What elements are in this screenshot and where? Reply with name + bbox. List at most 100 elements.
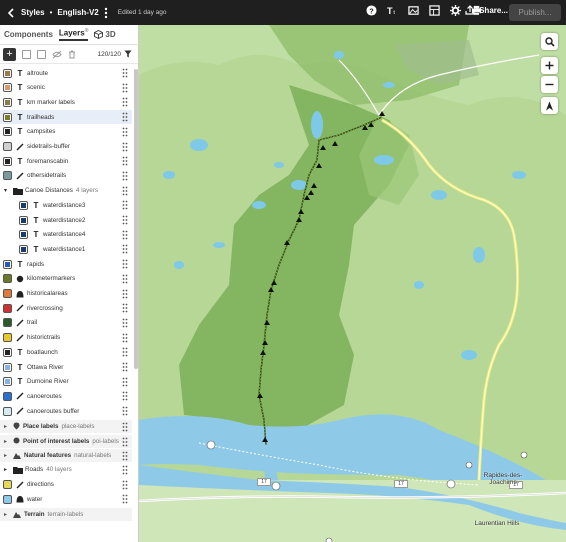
- layer-row-kilometermarkers[interactable]: kilometermarkers: [0, 272, 132, 286]
- drag-handle-icon[interactable]: [122, 244, 128, 254]
- layer-row-waterdistance4[interactable]: Twaterdistance4: [0, 228, 132, 242]
- layer-color-swatch[interactable]: [3, 68, 12, 78]
- zoom-in-button[interactable]: [541, 57, 558, 74]
- tab-layers[interactable]: Layers®: [58, 28, 89, 42]
- layer-row-km-marker-labels[interactable]: Tkm marker labels: [0, 95, 132, 109]
- drag-handle-icon[interactable]: [122, 83, 128, 93]
- layer-row-rapids[interactable]: Trapids: [0, 257, 132, 271]
- images-icon[interactable]: [408, 5, 419, 16]
- tab-3d[interactable]: 3D: [94, 30, 116, 39]
- layer-color-swatch[interactable]: [3, 303, 12, 313]
- drag-handle-icon[interactable]: [122, 289, 128, 299]
- layer-color-swatch[interactable]: [3, 127, 12, 137]
- layer-color-swatch[interactable]: [19, 230, 28, 240]
- map-search-button[interactable]: [541, 33, 558, 50]
- hide-layer-icon[interactable]: [52, 50, 62, 59]
- layer-color-swatch[interactable]: [3, 83, 12, 93]
- drag-handle-icon[interactable]: [122, 480, 128, 490]
- layer-color-swatch[interactable]: [3, 289, 12, 298]
- drag-handle-icon[interactable]: [122, 318, 128, 328]
- layer-row-altroute[interactable]: Taltroute: [0, 66, 132, 80]
- layer-group-place-labels[interactable]: ▸ Place labels place-labels: [0, 418, 132, 433]
- caret-right-icon[interactable]: ▸: [4, 511, 10, 518]
- drag-handle-icon[interactable]: [122, 127, 128, 137]
- layer-row-trail[interactable]: trail: [0, 316, 132, 330]
- layer-row-waterdistance2[interactable]: Twaterdistance2: [0, 213, 132, 227]
- layer-row-othersidetrails[interactable]: othersidetrails: [0, 169, 132, 183]
- duplicate-layer-icon[interactable]: [22, 49, 31, 59]
- drag-handle-icon[interactable]: [122, 465, 128, 475]
- layer-color-swatch[interactable]: [3, 347, 12, 357]
- drag-handle-icon[interactable]: [122, 186, 128, 196]
- layer-row-scenic[interactable]: Tscenic: [0, 81, 132, 95]
- layer-count[interactable]: 120/120: [98, 50, 139, 58]
- layer-color-swatch[interactable]: [3, 274, 12, 284]
- layer-color-swatch[interactable]: [19, 244, 28, 254]
- drag-handle-icon[interactable]: [122, 171, 128, 181]
- settings-gear-icon[interactable]: [450, 5, 461, 16]
- layer-row-ottawa-river[interactable]: T Ottawa River: [0, 360, 132, 374]
- layer-color-swatch[interactable]: [19, 215, 28, 225]
- drag-handle-icon[interactable]: [122, 97, 128, 107]
- layer-color-swatch[interactable]: [3, 142, 12, 151]
- layer-color-swatch[interactable]: [3, 156, 12, 166]
- tab-components[interactable]: Components: [4, 30, 53, 39]
- layer-row-historicalareas[interactable]: historicalareas: [0, 287, 132, 301]
- layer-color-swatch[interactable]: [3, 406, 12, 416]
- map-canvas[interactable]: 17 17 17 Rapides-des-Joachims Laurentian…: [139, 25, 566, 542]
- back-arrow-icon[interactable]: [5, 7, 17, 19]
- drag-handle-icon[interactable]: [122, 422, 128, 432]
- app-title[interactable]: Styles: [21, 8, 45, 17]
- layer-color-swatch[interactable]: [3, 259, 12, 269]
- layer-color-swatch[interactable]: [3, 112, 12, 122]
- help-icon[interactable]: ?: [366, 5, 377, 16]
- layer-color-swatch[interactable]: [3, 333, 12, 343]
- publish-button[interactable]: Publish...: [509, 4, 561, 21]
- caret-right-icon[interactable]: ▸: [4, 438, 10, 445]
- layer-row-waterdistance1[interactable]: Twaterdistance1: [0, 242, 132, 256]
- drag-handle-icon[interactable]: [122, 437, 128, 447]
- layer-row-canoeroutes-buffer[interactable]: canoeroutes buffer: [0, 404, 132, 418]
- layer-color-swatch[interactable]: [19, 200, 28, 210]
- layer-group-natural-labels[interactable]: ▸ Natural features natural-labels: [0, 448, 132, 463]
- drag-handle-icon[interactable]: [122, 274, 128, 284]
- drag-handle-icon[interactable]: [122, 230, 128, 240]
- layer-row-water[interactable]: water: [0, 492, 132, 506]
- caret-down-icon[interactable]: ▸: [4, 466, 10, 473]
- drag-handle-icon[interactable]: [122, 391, 128, 401]
- drag-handle-icon[interactable]: [122, 333, 128, 343]
- layer-row-historictrails[interactable]: historictrails: [0, 331, 132, 345]
- layer-color-swatch[interactable]: [3, 391, 12, 401]
- drag-handle-icon[interactable]: [122, 303, 128, 313]
- layer-color-swatch[interactable]: [3, 480, 12, 490]
- layer-row-canoeroutes[interactable]: canoeroutes: [0, 389, 132, 403]
- layer-row-rivercrossing[interactable]: rivercrossing: [0, 301, 132, 315]
- drag-handle-icon[interactable]: [122, 451, 128, 461]
- layer-folder-canoe-distances[interactable]: ▾ Canoe Distances 4 layers: [0, 184, 132, 198]
- caret-right-icon[interactable]: ▸: [4, 452, 10, 459]
- drag-handle-icon[interactable]: [122, 215, 128, 225]
- layer-row-foremanscabin[interactable]: Tforemanscabin: [0, 154, 132, 168]
- drag-handle-icon[interactable]: [122, 377, 128, 387]
- layer-row-trailheads[interactable]: Ttrailheads: [0, 110, 132, 125]
- add-layer-button[interactable]: +: [3, 47, 16, 61]
- zoom-out-button[interactable]: [541, 76, 558, 93]
- layer-row-campsites[interactable]: Tcampsites: [0, 125, 132, 139]
- layer-folder-roads[interactable]: ▸ Roads 40 layers: [0, 463, 132, 477]
- style-name[interactable]: English-V2: [57, 8, 98, 17]
- layout-icon[interactable]: [429, 5, 440, 16]
- layer-row-boatlaunch[interactable]: Tboatlaunch: [0, 345, 132, 359]
- more-options-icon[interactable]: [102, 6, 110, 20]
- layer-color-swatch[interactable]: [3, 377, 12, 387]
- drag-handle-icon[interactable]: [122, 362, 128, 372]
- drag-handle-icon[interactable]: [122, 112, 128, 122]
- caret-right-icon[interactable]: ▸: [4, 423, 10, 430]
- layer-group-terrain-labels[interactable]: ▸ Terrain terrain-labels: [0, 507, 132, 521]
- drag-handle-icon[interactable]: [122, 259, 128, 269]
- drag-handle-icon[interactable]: [122, 347, 128, 357]
- drag-handle-icon[interactable]: [122, 406, 128, 416]
- layer-color-swatch[interactable]: [3, 494, 12, 504]
- group-layers-icon[interactable]: [37, 49, 46, 59]
- layer-row-waterdistance3[interactable]: Twaterdistance3: [0, 198, 132, 212]
- layer-row-dumoine-river[interactable]: T Dumoine River: [0, 375, 132, 389]
